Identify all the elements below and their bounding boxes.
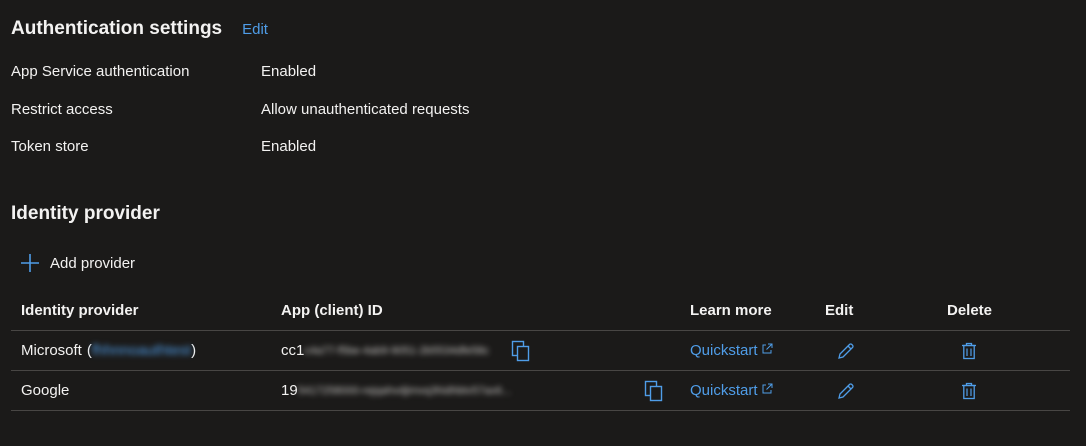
provider-cell: Microsoft ( fhhnnoauthtest ) [21,331,196,370]
column-header-learn-more: Learn more [690,301,772,319]
external-link-icon [761,342,773,359]
add-provider-label: Add provider [50,254,136,272]
quickstart-label: Quickstart [690,342,758,359]
paren-close: ) [191,342,197,359]
setting-label: App Service authentication [11,63,190,80]
delete-cell [961,371,977,410]
client-id-masked: 5417258000-rejqahvdjimvq3hidhbtv57ax6... [297,384,512,397]
trash-icon[interactable] [961,382,977,400]
setting-value: Enabled [261,138,317,155]
column-header-delete: Delete [947,301,993,319]
provider-name: Microsoft [21,342,82,359]
client-id-prefix: cc1 [281,342,305,359]
column-header-client-id: App (client) ID [281,301,383,319]
delete-cell [961,331,977,370]
table-row: Google 19 5417258000-rejqahvdjimvq3hidhb… [11,371,1070,411]
auth-settings-edit-link[interactable]: Edit [242,21,268,38]
client-id-cell: cc1 c4a77-f5be-4ab9-9051-2b5534dfe58c [281,331,531,370]
quickstart-link[interactable]: Quickstart [690,342,773,359]
edit-cell [837,371,855,410]
provider-name: Google [21,382,70,399]
table-header: Identity provider App (client) ID Learn … [11,290,1070,331]
trash-icon[interactable] [961,342,977,360]
setting-label: Restrict access [11,101,113,118]
copy-icon[interactable] [644,380,664,402]
setting-label: Token store [11,138,89,155]
copy-icon[interactable] [511,340,531,362]
pencil-icon[interactable] [837,342,855,360]
add-provider-button[interactable]: Add provider [20,253,135,273]
identity-provider-table: Identity provider App (client) ID Learn … [11,290,1070,411]
setting-value: Enabled [261,63,317,80]
auth-settings-title: Authentication settings [11,18,223,39]
edit-cell [837,331,855,370]
provider-cell: Google [21,371,69,410]
plus-icon [20,253,40,273]
identity-provider-title: Identity provider [11,203,160,224]
setting-value: Allow unauthenticated requests [261,101,470,118]
column-header-edit: Edit [825,301,854,319]
learn-more-cell: Quickstart [690,331,773,370]
pencil-icon[interactable] [837,382,855,400]
learn-more-cell: Quickstart [690,371,773,410]
quickstart-link[interactable]: Quickstart [690,382,773,399]
client-id-prefix: 19 [281,382,298,399]
column-header-provider: Identity provider [21,301,139,319]
provider-app-link[interactable]: fhhnnoauthtest [92,342,191,359]
client-id-masked: c4a77-f5be-4ab9-9051-2b5534dfe58c [304,344,490,357]
client-id-cell: 19 5417258000-rejqahvdjimvq3hidhbtv57ax6… [281,371,664,410]
auth-settings-header: Authentication settings Edit [11,18,268,40]
auth-page: Authentication settings Edit App Service… [0,0,1086,446]
quickstart-label: Quickstart [690,382,758,399]
external-link-icon [761,382,773,399]
table-row: Microsoft ( fhhnnoauthtest ) cc1 c4a77-f… [11,331,1070,371]
